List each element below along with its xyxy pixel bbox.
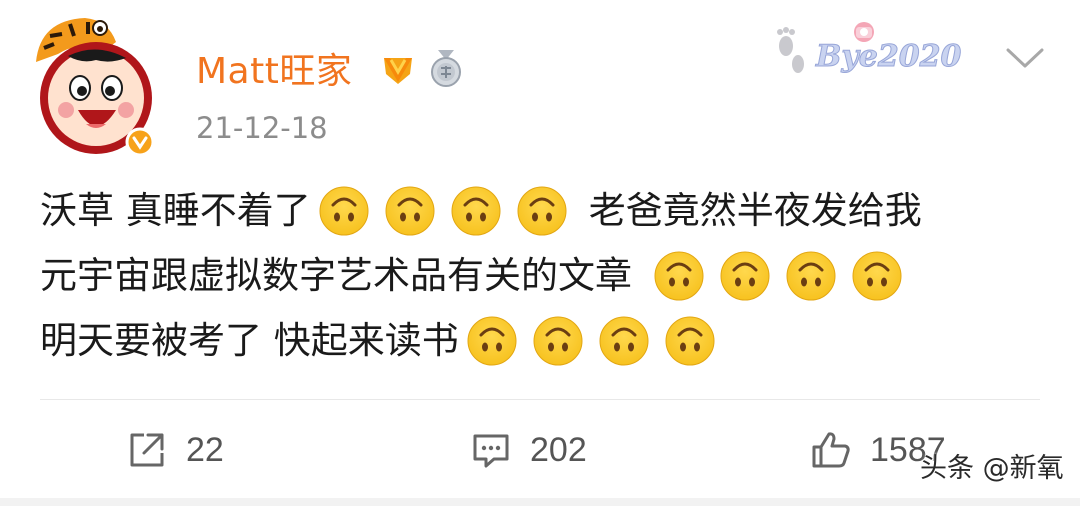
- weibo-post: Matt旺家 21-12-18 Bye2020 沃草 真睡不着了 老爸竟然半夜发…: [0, 0, 1080, 506]
- upside-down-smile-icon: [450, 185, 502, 237]
- upside-down-smile-icon: [719, 250, 771, 302]
- repost-button[interactable]: 22: [126, 425, 224, 475]
- source-watermark: 头条 @新氧: [920, 453, 1064, 484]
- upside-down-smile-icon: [532, 315, 584, 367]
- upside-down-smile-icon: [785, 250, 837, 302]
- content-line-2: 元宇宙跟虚拟数字艺术品有关的文章: [40, 243, 1050, 308]
- bottom-strip: [0, 498, 1080, 506]
- upside-down-smile-icon: [851, 250, 903, 302]
- comment-button[interactable]: 202: [470, 425, 587, 475]
- username[interactable]: Matt旺家: [196, 50, 352, 94]
- upside-down-smile-icon: [664, 315, 716, 367]
- comment-icon: [473, 434, 509, 468]
- comment-count: 202: [530, 430, 587, 469]
- decor-text: Bye2020: [815, 39, 961, 74]
- upside-down-smile-icon: [653, 250, 705, 302]
- bye2020-decoration: Bye2020: [772, 16, 972, 86]
- upside-down-smile-icon: [598, 315, 650, 367]
- upside-down-smile-icon: [384, 185, 436, 237]
- content-text-1a: 沃草 真睡不着了: [40, 189, 311, 232]
- upside-down-smile-icon: [318, 185, 370, 237]
- vip-badge-icon[interactable]: [380, 52, 416, 88]
- content-text-1b: 老爸竟然半夜发给我: [588, 189, 922, 232]
- content-line-3: 明天要被考了 快起来读书: [40, 308, 1050, 373]
- upside-down-smile-icon: [466, 315, 518, 367]
- divider: [40, 399, 1040, 400]
- upside-down-smile-icon: [516, 185, 568, 237]
- post-content: 沃草 真睡不着了 老爸竟然半夜发给我 元宇宙跟虚拟数字艺术品有关的文章 明天要被…: [40, 178, 1050, 373]
- content-text-2a: 元宇宙跟虚拟数字艺术品有关的文章: [40, 254, 632, 297]
- chevron-down-icon[interactable]: [1004, 44, 1046, 72]
- content-text-3a: 明天要被考了 快起来读书: [40, 319, 459, 362]
- thumbs-up-icon: [812, 432, 850, 468]
- content-line-1: 沃草 真睡不着了 老爸竟然半夜发给我: [40, 178, 1050, 243]
- repost-count: 22: [186, 430, 224, 469]
- user-avatar[interactable]: [30, 14, 160, 157]
- share-icon: [130, 433, 164, 467]
- medal-icon[interactable]: [428, 48, 464, 88]
- post-timestamp: 21-12-18: [196, 111, 328, 145]
